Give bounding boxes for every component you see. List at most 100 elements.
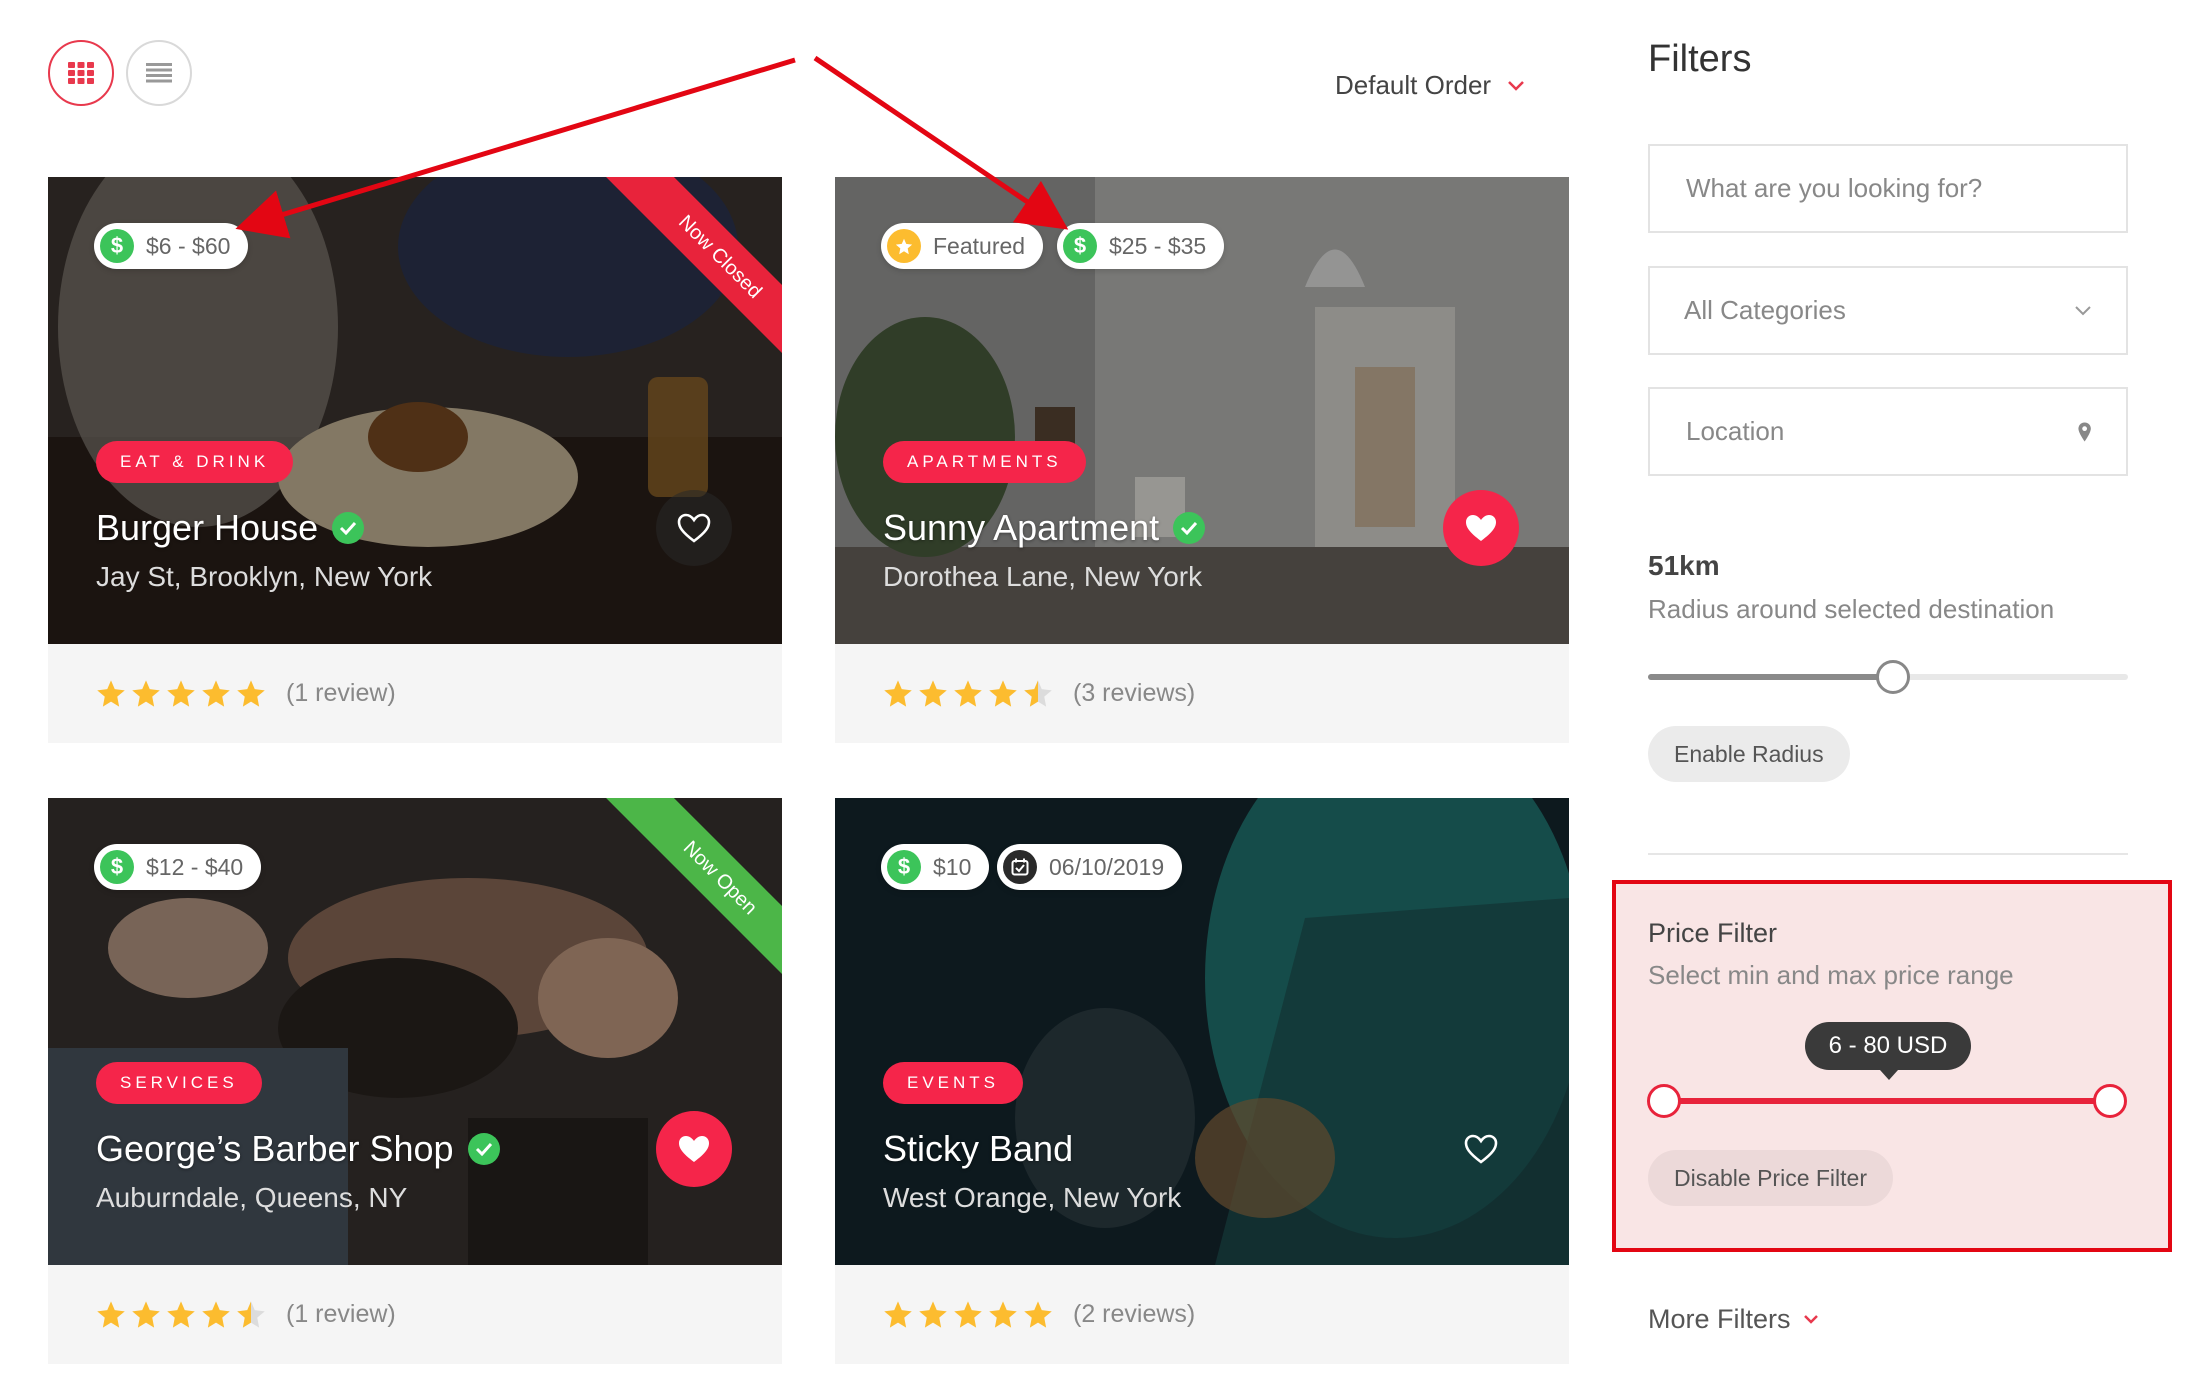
favorite-button[interactable] xyxy=(656,490,732,566)
status-ribbon-label: Now Open xyxy=(596,798,782,998)
sort-order-dropdown[interactable]: Default Order xyxy=(1335,70,1525,101)
review-count[interactable]: (2 reviews) xyxy=(1073,1300,1195,1329)
price-range: $25 - $35 xyxy=(1109,232,1207,259)
status-ribbon: Now Open xyxy=(582,798,782,998)
star-icon xyxy=(1024,1301,1052,1328)
star-icon xyxy=(954,680,982,707)
radius-description: Radius around selected destination xyxy=(1648,594,2055,624)
star-icon xyxy=(167,1301,195,1328)
listing-title-text: George’s Barber Shop xyxy=(96,1128,454,1169)
star-icon xyxy=(919,680,947,707)
star-icon xyxy=(132,1301,160,1328)
listing-card[interactable]: Featured $ $25 - $35 APARTMENTS Sunny Ap… xyxy=(835,177,1569,743)
listing-image[interactable]: $ $10 06/10/2019 EVENTS Sticky Band West… xyxy=(835,798,1569,1265)
listing-footer: (1 review) xyxy=(48,644,782,743)
star-half-icon xyxy=(237,1301,265,1328)
category-select[interactable]: All Categories xyxy=(1648,266,2128,355)
grid-view-button[interactable] xyxy=(48,40,114,106)
listing-image[interactable]: Now Closed $ $6 - $60 EAT & DRINK Burger… xyxy=(48,177,782,644)
listing-address: West Orange, New York xyxy=(883,1182,1182,1213)
category-tag[interactable]: EAT & DRINK xyxy=(96,441,294,483)
search-input[interactable] xyxy=(1684,172,2092,205)
star-icon xyxy=(989,680,1017,707)
listing-image[interactable]: Featured $ $25 - $35 APARTMENTS Sunny Ap… xyxy=(835,177,1569,644)
list-icon xyxy=(146,63,172,83)
review-count[interactable]: (1 review) xyxy=(286,679,396,708)
star-rating xyxy=(96,1300,266,1329)
filters-heading: Filters xyxy=(1648,38,1752,80)
featured-label: Featured xyxy=(933,232,1026,259)
star-icon xyxy=(919,1301,947,1328)
dollar-icon: $ xyxy=(1063,229,1097,263)
radius-slider-handle[interactable] xyxy=(1875,660,1910,694)
dollar-icon: $ xyxy=(887,850,921,884)
sort-order-label: Default Order xyxy=(1335,70,1492,100)
listing-title[interactable]: Sticky Band xyxy=(883,1128,1073,1170)
listing-address: Auburndale, Queens, NY xyxy=(96,1182,408,1213)
star-icon xyxy=(97,1301,125,1328)
star-icon xyxy=(237,680,265,707)
listing-address: Jay St, Brooklyn, New York xyxy=(96,561,433,592)
event-date: 06/10/2019 xyxy=(1049,853,1165,880)
listing-card[interactable]: Now Open $ $12 - $40 SERVICES George’s B… xyxy=(48,798,782,1364)
chevron-down-icon xyxy=(1508,80,1524,91)
star-rating xyxy=(883,1300,1053,1329)
listing-card[interactable]: $ $10 06/10/2019 EVENTS Sticky Band West… xyxy=(835,798,1569,1364)
listing-title[interactable]: Burger House xyxy=(96,507,365,549)
price-range: $6 - $60 xyxy=(146,232,231,259)
chevron-down-icon xyxy=(1803,1315,1818,1324)
heart-outline-icon xyxy=(1464,1134,1498,1164)
category-tag[interactable]: SERVICES xyxy=(96,1062,262,1104)
star-icon xyxy=(954,1301,982,1328)
listing-image[interactable]: Now Open $ $12 - $40 SERVICES George’s B… xyxy=(48,798,782,1265)
listing-title[interactable]: George’s Barber Shop xyxy=(96,1128,500,1170)
grid-icon xyxy=(68,62,94,84)
more-filters-toggle[interactable]: More Filters xyxy=(1648,1304,1819,1335)
category-tag[interactable]: APARTMENTS xyxy=(883,441,1086,483)
radius-slider-fill xyxy=(1648,674,1893,680)
listing-address: Dorothea Lane, New York xyxy=(883,561,1203,592)
star-icon xyxy=(167,680,195,707)
listing-title-text: Sunny Apartment xyxy=(883,507,1160,548)
price-range: $10 xyxy=(933,853,972,880)
listing-footer: (3 reviews) xyxy=(835,644,1569,743)
star-icon xyxy=(202,1301,230,1328)
star-icon xyxy=(97,680,125,707)
star-half-icon xyxy=(1024,680,1052,707)
search-field[interactable] xyxy=(1648,144,2128,233)
verified-icon xyxy=(467,1133,500,1165)
star-icon xyxy=(202,680,230,707)
star-icon xyxy=(884,680,912,707)
price-badge: $ $25 - $35 xyxy=(1057,223,1225,269)
price-badge: $ $10 xyxy=(881,844,990,890)
more-filters-label: More Filters xyxy=(1648,1304,1791,1334)
heart-filled-icon xyxy=(679,1136,709,1162)
listing-title-text: Burger House xyxy=(96,507,319,548)
list-view-button[interactable] xyxy=(126,40,192,106)
star-icon xyxy=(884,1301,912,1328)
star-icon xyxy=(132,680,160,707)
review-count[interactable]: (3 reviews) xyxy=(1073,679,1195,708)
status-ribbon-label: Now Closed xyxy=(596,177,782,377)
map-pin-icon xyxy=(2078,421,2091,442)
category-select-value: All Categories xyxy=(1684,295,1846,325)
date-badge: 06/10/2019 xyxy=(997,844,1183,890)
favorite-button[interactable] xyxy=(656,1111,732,1187)
listing-footer: (2 reviews) xyxy=(835,1265,1569,1364)
review-count[interactable]: (1 review) xyxy=(286,1300,396,1329)
chevron-down-icon xyxy=(2075,305,2091,315)
radius-value: 51km xyxy=(1648,550,1720,581)
annotation-highlight-box xyxy=(1612,880,2172,1252)
favorite-button[interactable] xyxy=(1443,1111,1519,1187)
favorite-button[interactable] xyxy=(1443,490,1519,566)
calendar-icon xyxy=(1003,850,1037,884)
star-rating xyxy=(883,679,1053,708)
location-field[interactable] xyxy=(1648,387,2128,476)
enable-radius-button[interactable]: Enable Radius xyxy=(1648,726,1850,782)
listing-card[interactable]: Now Closed $ $6 - $60 EAT & DRINK Burger… xyxy=(48,177,782,743)
category-tag[interactable]: EVENTS xyxy=(883,1062,1024,1104)
location-input[interactable] xyxy=(1684,415,2077,448)
star-icon xyxy=(989,1301,1017,1328)
price-badge: $ $12 - $40 xyxy=(94,844,262,890)
listing-title[interactable]: Sunny Apartment xyxy=(883,507,1206,549)
